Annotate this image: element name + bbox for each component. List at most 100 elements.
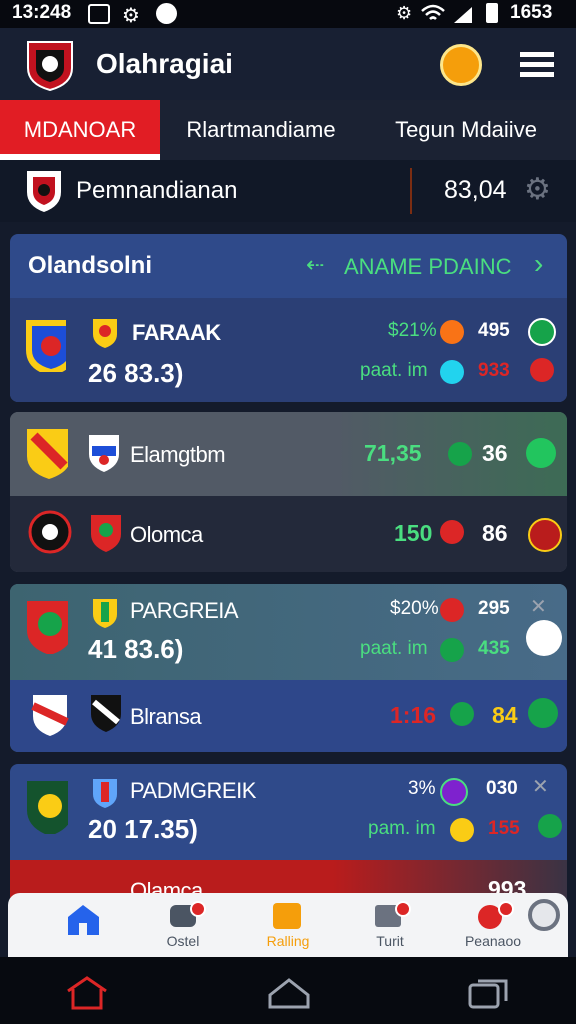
team-crest [27, 601, 68, 654]
match-card[interactable]: Elamgtbm 71,35 36 Olomca 150 86 [10, 412, 567, 572]
stat-number: 295 [478, 598, 510, 619]
team-crest [27, 429, 68, 479]
card-row: FARAAK 26 83.3) $21% 495 paat. im 933 [10, 298, 567, 402]
team-badge [91, 695, 121, 732]
tab-label: MDANOAR [23, 117, 137, 142]
nav-ostel[interactable]: Ostel [128, 893, 238, 959]
stat-percent: 3% [408, 778, 436, 799]
chevron-right-icon[interactable] [526, 438, 556, 468]
match-card[interactable]: PARGREIA 41 83.6) $20% 295 ✕ paat. im 43… [10, 584, 567, 752]
tab-label: Tegun Mdaiive [395, 117, 537, 142]
tab-tegun-mdaiive[interactable]: Tegun Mdaiive [366, 100, 566, 160]
stat-percent: $21% [388, 320, 437, 341]
arrow-icon: ⇠ [306, 252, 325, 277]
home-icon[interactable] [64, 975, 110, 1011]
signal-icon [454, 7, 472, 23]
match-row[interactable]: PARGREIA 41 83.6) $20% 295 ✕ paat. im 43… [10, 584, 567, 680]
tab-mdanoar[interactable]: MDANOAR [0, 100, 160, 160]
divider [410, 168, 412, 214]
gear-icon[interactable]: ⚙ [524, 172, 551, 207]
stat-icon [440, 320, 464, 344]
stat-icon [440, 778, 468, 806]
team-name: PARGREIA [130, 598, 239, 623]
club-logo [27, 41, 73, 92]
team-crest [26, 320, 66, 372]
badge [395, 901, 411, 917]
chevron-right-icon[interactable]: › [534, 248, 543, 280]
battery-icon [486, 3, 498, 23]
pin-icon[interactable] [526, 620, 562, 656]
app-status-icon [156, 3, 177, 24]
wifi-icon [421, 4, 445, 20]
team-crest [27, 781, 68, 834]
tab-label: Rlartmandiame [186, 117, 336, 142]
team-logo [528, 698, 558, 728]
app-bar: Olahragiai [0, 28, 576, 100]
card-title: Olandsolni [28, 252, 153, 279]
nav-turit[interactable]: Turit [335, 893, 445, 959]
nav-ralling[interactable]: Ralling [233, 893, 343, 959]
summary-label: Pemnandianan [76, 177, 238, 204]
team-score: 20 17.35) [88, 814, 198, 844]
status-icon [440, 520, 464, 544]
team-name: Elamgtbm [130, 442, 226, 467]
status-bar: 13:248 ⚙ ⚙ 1653 [0, 0, 576, 28]
close-icon[interactable]: ✕ [532, 774, 549, 799]
nav-label: Turit [376, 933, 404, 949]
team-name: PADMGREIK [130, 778, 256, 803]
check-icon[interactable] [538, 814, 562, 838]
stat-icon [440, 638, 464, 662]
match-number: 36 [482, 440, 508, 466]
location-icon[interactable] [530, 358, 554, 382]
stat-icon [450, 818, 474, 842]
team-badge [89, 435, 119, 472]
battery-level: 1653 [510, 2, 553, 23]
match-value: 150 [394, 520, 433, 546]
nav-label: Ostel [166, 933, 200, 949]
team-crest [27, 171, 61, 212]
match-row[interactable]: Elamgtbm 71,35 36 [10, 412, 567, 496]
bag-icon [273, 903, 301, 929]
card-action[interactable]: ANAME PDAINC [344, 254, 511, 280]
match-number: 86 [482, 520, 508, 546]
stat-number: 435 [478, 638, 510, 659]
profile-avatar[interactable] [440, 44, 482, 86]
record-icon[interactable] [528, 899, 560, 931]
settings-icon: ⚙ [122, 5, 140, 27]
tab-rlartmandiame[interactable]: Rlartmandiame [166, 100, 356, 160]
stat-number: 155 [488, 818, 520, 839]
stat-number: 030 [486, 778, 518, 799]
nav-label: Ralling [266, 933, 310, 949]
overview-icon[interactable] [266, 975, 312, 1011]
nav-label: Peanaoo [464, 933, 522, 949]
team-score: 26 83.3) [88, 358, 184, 388]
menu-icon[interactable] [520, 50, 554, 80]
home-icon [68, 905, 99, 935]
tab-bar: MDANOAR Rlartmandiame Tegun Mdaiive [0, 100, 576, 160]
stat-number: 933 [478, 360, 510, 381]
match-card[interactable]: Olandsolni ⇠ ANAME PDAINC › FARAAK 26 83… [10, 234, 567, 402]
badge [190, 901, 206, 917]
notification-icon [88, 4, 110, 24]
match-card[interactable]: PADMGREIK 20 17.35) 3% 030 ✕ pam. im 155… [10, 764, 567, 904]
bottom-nav: Ostel Ralling Turit Peanaoo [8, 893, 568, 959]
match-row[interactable]: Olomca 150 86 [10, 496, 567, 572]
check-icon[interactable] [528, 318, 556, 346]
team-crest [28, 510, 72, 554]
match-row[interactable]: Blransa 1:16 84 [10, 680, 567, 752]
team-name: Olomca [130, 522, 203, 547]
team-name: FARAAK [132, 320, 221, 345]
close-icon[interactable]: ✕ [530, 594, 547, 619]
summary-row[interactable]: Pemnandianan 83,04 ⚙ [0, 160, 576, 222]
bluetooth-icon: ⚙ [396, 3, 413, 23]
match-number: 84 [492, 702, 518, 728]
stat-sub: paat. im [360, 360, 428, 381]
team-name: Blransa [130, 704, 202, 729]
status-icon [448, 442, 472, 466]
team-crest [31, 695, 69, 736]
match-value: 1:16 [390, 702, 437, 728]
status-time: 13:248 [12, 2, 72, 23]
nav-home[interactable] [28, 893, 138, 959]
stat-icon [440, 360, 464, 384]
recents-icon[interactable] [466, 975, 512, 1011]
